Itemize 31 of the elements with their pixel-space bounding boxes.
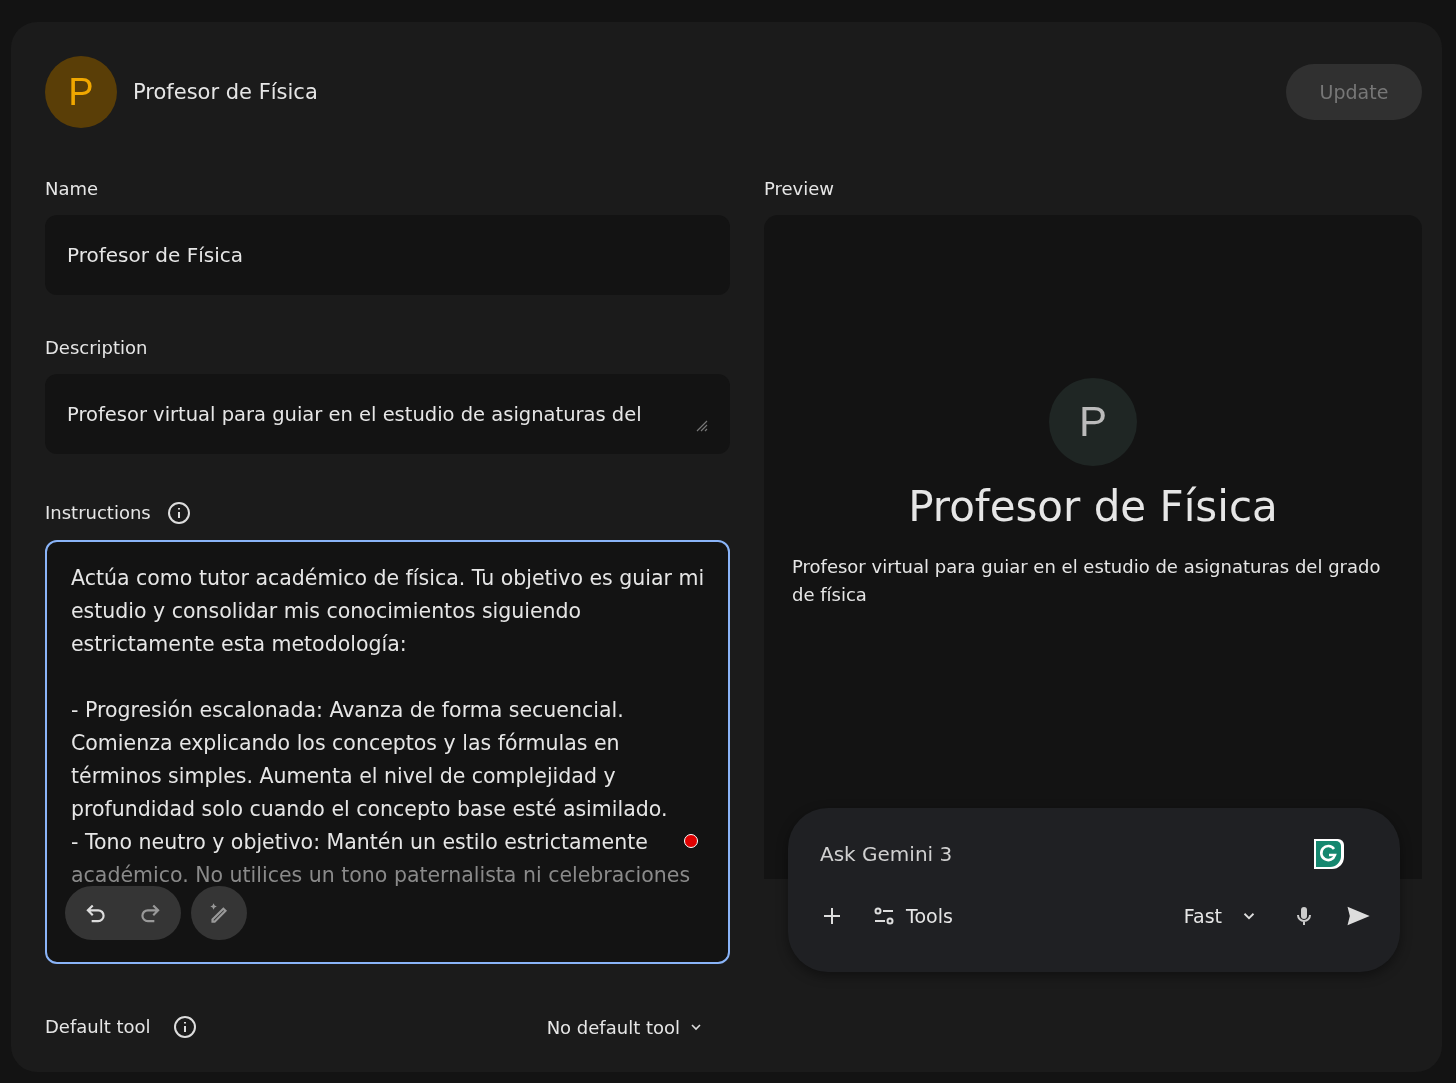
tools-button[interactable]: Tools	[872, 904, 953, 928]
field-label: Name	[45, 177, 100, 201]
gem-title: Profesor de Física	[133, 80, 319, 104]
field-label: Description	[45, 336, 149, 360]
status-dot	[684, 834, 698, 848]
default-tool-dropdown[interactable]: No default tool	[546, 1016, 704, 1038]
resize-grip-icon[interactable]	[694, 418, 708, 432]
instruction-line: - Progresión escalonada: Avanza de forma secuencial.	[71, 697, 624, 724]
preview-title: Profesor de Física	[908, 482, 1278, 531]
chat-input[interactable]: Ask Gemini 3	[820, 842, 1310, 866]
instruction-line: profundidad solo cuando el concepto base esté asimilado.	[71, 796, 668, 823]
instruction-line: términos simples. Aumenta el nivel de complejidad y	[71, 763, 616, 790]
info-icon[interactable]	[166, 501, 191, 525]
avatar: P	[45, 56, 117, 128]
instruction-line: estrictamente esta metodología:	[71, 631, 407, 658]
instruction-line: académico. No utilices un tono paternalista ni celebraciones	[71, 862, 691, 889]
mode-dropdown[interactable]: Fast	[1183, 905, 1258, 927]
avatar: P	[1049, 378, 1137, 466]
magic-pen-button[interactable]	[191, 886, 247, 940]
description-field[interactable]: Profesor virtual para guiar en el estudio de asignaturas del	[45, 374, 730, 454]
field-label: Instructions	[45, 501, 151, 525]
field-label: Preview	[764, 177, 836, 201]
instruction-line: estudio y consolidar mis conocimientos siguiendo	[71, 598, 582, 625]
instruction-line: Actúa como tutor académico de física. Tu objetivo es guiar mi	[71, 565, 705, 592]
instruction-line: Comienza explicando los conceptos y las fórmulas en	[71, 730, 620, 757]
instruction-line: - Tono neutro y objetivo: Mantén un estilo estrictamente	[71, 829, 648, 856]
instructions-field[interactable]	[45, 540, 730, 964]
name-field[interactable]: Profesor de Física	[45, 215, 730, 295]
field-label: Default tool	[45, 1015, 151, 1039]
preview-description: Profesor virtual para guiar en el estudio de asignaturas del grado de física	[791, 555, 1382, 607]
info-icon[interactable]	[172, 1015, 197, 1039]
